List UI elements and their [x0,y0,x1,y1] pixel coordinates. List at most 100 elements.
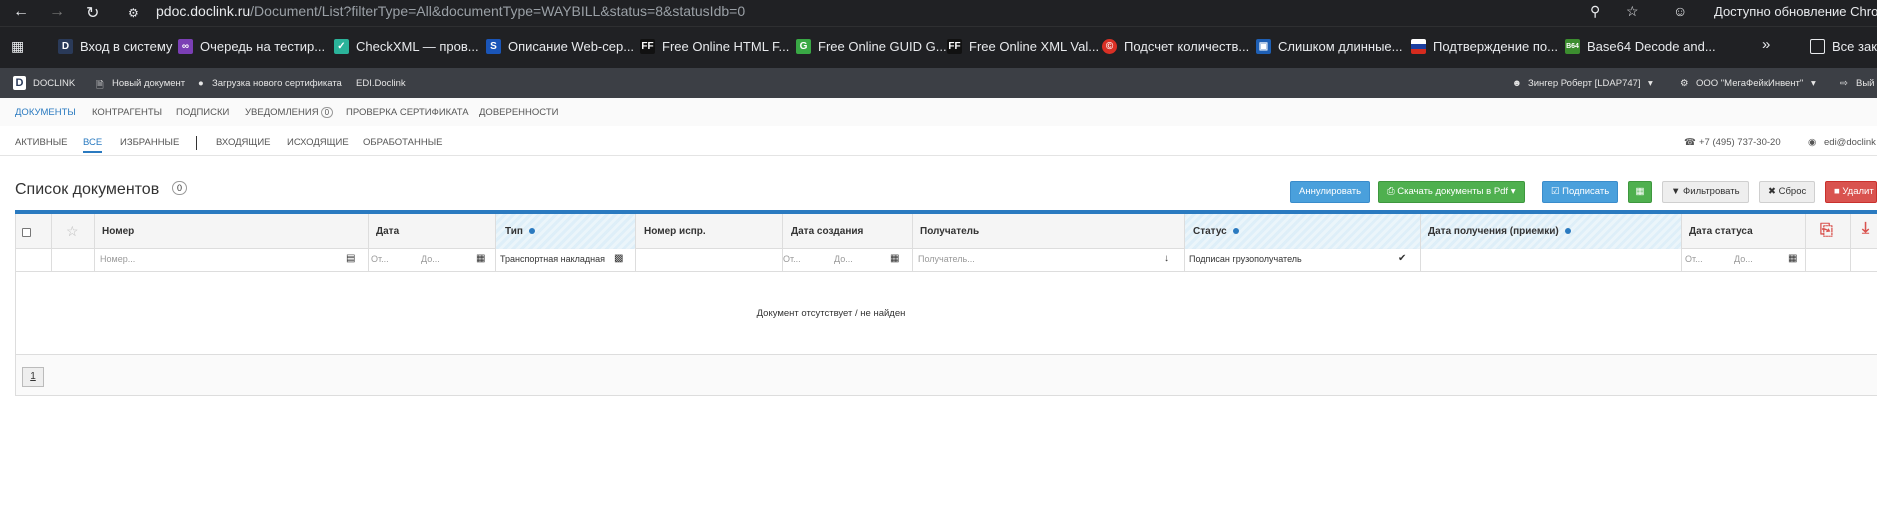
empty-state-message: Документ отсутствует / не найден [756,308,906,319]
nav-certificate-check[interactable]: Проверка сертификата [346,107,469,118]
bookmark-item[interactable]: ✓ CheckXML — пров... [334,39,479,54]
header-received[interactable]: Дата получения (приемки) [1428,226,1571,237]
pdf-icon[interactable]: ⎘ [1820,222,1833,240]
app-header: D DOCLINK 🗎 Новый документ ● Загрузка но… [0,68,1877,98]
doclink-icon: D [58,39,73,54]
bookmark-item[interactable]: G Free Online GUID G... [796,39,947,54]
chevron-down-icon[interactable]: ▾ [1811,78,1816,89]
tab-incoming[interactable]: ВХОДЯЩИЕ [216,137,271,148]
status-filter-value[interactable]: Подписан грузополучатель [1189,254,1302,264]
sort-indicator-icon [1232,228,1239,235]
delete-button[interactable]: ■ Удалит [1825,181,1877,203]
support-email[interactable]: edi@doclink [1824,137,1876,148]
forward-arrow-icon[interactable]: → [49,3,65,21]
all-bookmarks[interactable]: Все закл [1810,39,1877,54]
more-bookmarks-icon[interactable]: » [1762,36,1770,53]
checkbox-icon: ☑ [1551,186,1563,197]
calendar-icon[interactable]: ▦ [476,253,485,264]
chevron-down-icon[interactable]: ▾ [1648,78,1653,89]
profile-icon[interactable]: ☺ [1673,3,1687,19]
bookmark-item[interactable]: ▣ Слишком длинные... [1256,39,1402,54]
header-created[interactable]: Дата создания [791,226,863,237]
reset-button[interactable]: ✖ Сброс [1759,181,1816,203]
date-to-input[interactable]: До... [421,254,440,264]
number-filter-input[interactable]: Номер... [100,254,135,264]
header-type[interactable]: Тип [505,226,535,237]
header-status[interactable]: Статус [1193,226,1239,237]
brand-name[interactable]: DOCLINK [33,78,75,89]
filter-button[interactable]: ▼ Фильтровать [1662,181,1749,203]
address-bar[interactable]: pdoc.doclink.ru/Document/List?filterType… [156,3,745,19]
logout-link[interactable]: Вый [1856,78,1874,89]
guid-icon: G [796,39,811,54]
bookmark-item[interactable]: D Вход в систему [58,39,172,54]
annul-button[interactable]: Аннулировать [1290,181,1371,203]
header-fix-number[interactable]: Номер испр. [644,226,706,237]
tab-processed[interactable]: ОБРАБОТАННЫЕ [363,137,442,148]
organization-menu[interactable]: ООО "МегаФейкИнвент" [1696,78,1803,89]
check-icon[interactable]: ✔ [1398,253,1406,264]
star-icon[interactable]: ☆ [66,223,79,240]
select-all-checkbox[interactable] [22,228,31,237]
status-date-from-input[interactable]: От... [1685,254,1703,264]
nav-notifications[interactable]: Уведомления 0 [245,107,334,118]
header-date[interactable]: Дата [376,226,399,237]
chevron-down-icon: ▾ [1508,186,1516,197]
pagination-bar: 1 [16,354,1877,396]
nav-contractors[interactable]: Контрагенты [92,107,162,118]
tab-active[interactable]: АКТИВНЫЕ [15,137,67,148]
header-recipient[interactable]: Получатель [920,226,979,237]
phone-icon: ☎ [1684,137,1696,148]
nav-subscriptions[interactable]: Подписки [176,107,229,118]
page-button[interactable]: 1 [22,367,44,387]
tab-all[interactable]: ВСЕ [83,137,103,153]
calendar-icon[interactable]: ▦ [1788,253,1797,264]
new-document-link[interactable]: Новый документ [112,78,185,89]
calendar-icon[interactable]: ▦ [890,253,899,264]
bookmark-item[interactable]: FF Free Online HTML F... [640,39,789,54]
bookmark-item[interactable]: B64 Base64 Decode and... [1565,39,1716,54]
document-count-badge: 0 [172,181,188,195]
sort-indicator-icon [1564,228,1571,235]
site-info-icon[interactable]: ⚙ [128,6,139,20]
page-title: Список документов [15,181,160,198]
header-number[interactable]: Номер [102,226,134,237]
sign-button[interactable]: ☑ Подписать [1542,181,1619,203]
zoom-icon[interactable]: ⚲ [1590,3,1600,20]
bookmark-item[interactable]: © Подсчет количеств... [1102,39,1249,54]
nav-documents[interactable]: Документы [15,107,76,118]
apps-grid-icon[interactable]: ▦ [11,38,24,55]
file-icon: 🗎 [96,80,104,91]
nav-powers-of-attorney[interactable]: Доверенности [479,107,558,118]
tab-favorites[interactable]: ИЗБРАННЫЕ [120,137,179,148]
bookmark-item[interactable]: FF Free Online XML Val... [947,39,1099,54]
created-from-input[interactable]: От... [783,254,801,264]
date-from-input[interactable]: От... [371,254,389,264]
flag-ru-icon [1411,39,1426,54]
list-icon[interactable]: ▤ [346,253,355,264]
main-nav: Документы Контрагенты Подписки Уведомлен… [0,98,1877,126]
back-arrow-icon[interactable]: ← [13,3,29,21]
star-icon[interactable]: ☆ [1626,3,1639,20]
excel-export-icon[interactable]: ▦ [1628,181,1652,203]
bookmark-item[interactable]: S Описание Web-сер... [486,39,634,54]
header-status-date[interactable]: Дата статуса [1689,226,1753,237]
sub-nav: АКТИВНЫЕ ВСЕ ИЗБРАННЫЕ ВХОДЯЩИЕ ИСХОДЯЩИ… [0,126,1877,156]
download-icon[interactable]: ⤓ [1862,220,1869,238]
edi-link[interactable]: EDI.Doclink [356,78,406,89]
bookmark-item[interactable]: ∞ Очередь на тестир... [178,39,325,54]
recipient-filter-input[interactable]: Получатель... [918,254,975,264]
user-menu[interactable]: Зингер Роберт [LDAP747] [1528,78,1641,89]
status-date-to-input[interactable]: До... [1734,254,1753,264]
bookmark-item[interactable]: Подтверждение по... [1411,39,1558,54]
type-filter-value[interactable]: Транспортная накладная [500,254,605,264]
arrow-down-icon[interactable]: ↓ [1164,253,1169,264]
load-certificate-link[interactable]: Загрузка нового сертификата [212,78,342,89]
created-to-input[interactable]: До... [834,254,853,264]
briefcase-icon[interactable]: ▩ [614,253,623,264]
funnel-icon: ▼ [1671,186,1684,197]
update-notice[interactable]: Доступно обновление Chrom [1714,4,1877,19]
download-pdf-button[interactable]: ⎙ Скачать документы в Pdf ▾ [1378,181,1525,203]
reload-icon[interactable]: ↻ [86,3,99,23]
tab-outgoing[interactable]: ИСХОДЯЩИЕ [287,137,349,148]
